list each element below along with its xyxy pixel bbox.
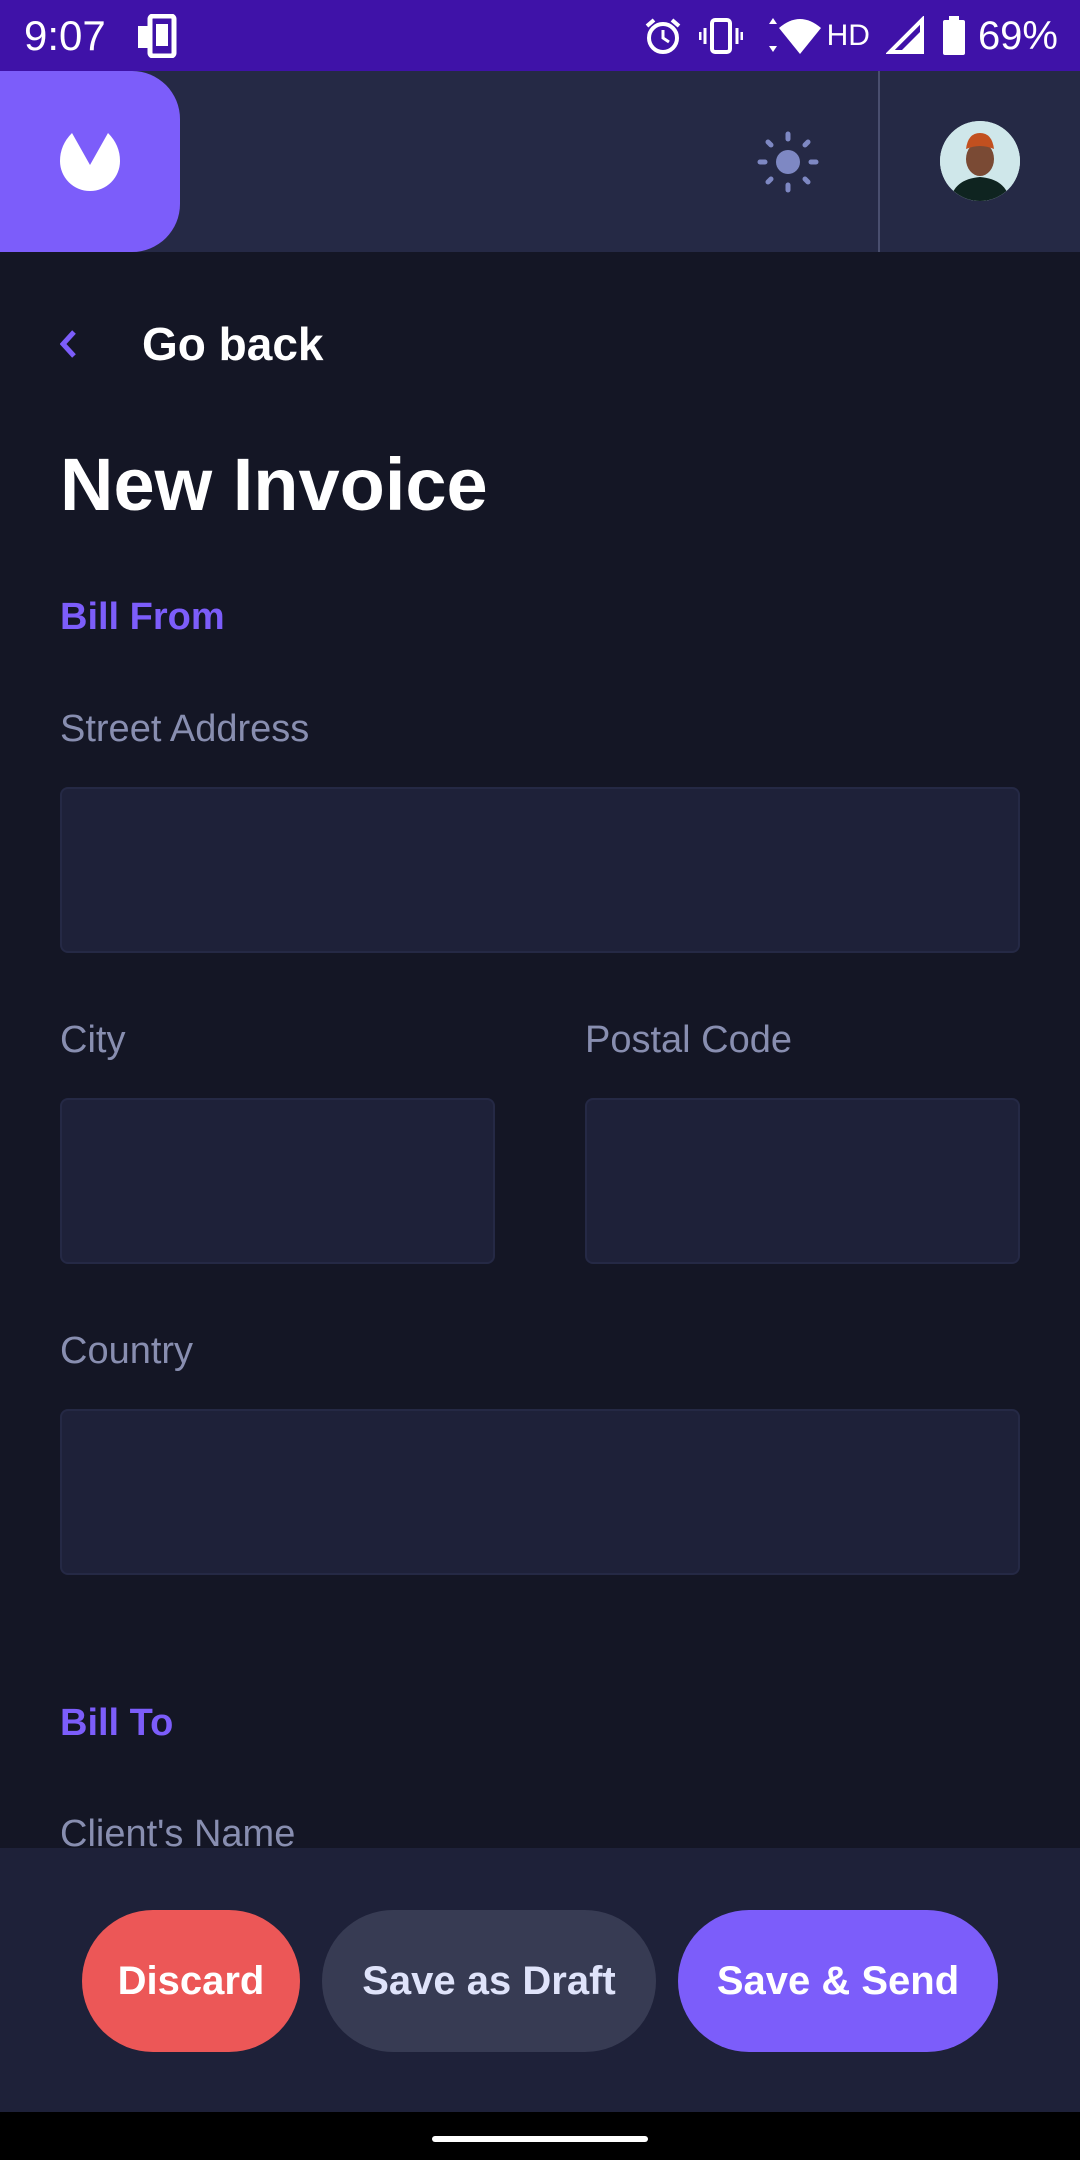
header-divider: [878, 71, 880, 252]
country-input[interactable]: [60, 1409, 1020, 1575]
status-time: 9:07: [24, 12, 106, 59]
avatar-icon: [940, 121, 1020, 201]
user-avatar[interactable]: [940, 121, 1020, 201]
vibrate-icon: [698, 16, 743, 56]
theme-toggle-button[interactable]: [757, 131, 819, 198]
city-input[interactable]: [60, 1098, 495, 1264]
device-icon: [136, 13, 184, 63]
save-as-draft-button[interactable]: Save as Draft: [322, 1910, 656, 2052]
discard-button[interactable]: Discard: [82, 1910, 300, 2052]
signal-icon: [885, 16, 926, 56]
go-back-label: Go back: [142, 318, 324, 370]
postal-code-input[interactable]: [585, 1098, 1020, 1264]
sun-icon: [757, 131, 819, 193]
city-label: City: [60, 1019, 126, 1061]
bill-to-heading: Bill To: [60, 1702, 174, 1744]
status-bar: 9:07 HD 69%: [0, 0, 1080, 71]
alarm-icon: [643, 16, 683, 56]
street-address-label: Street Address: [60, 708, 310, 750]
home-indicator[interactable]: [432, 2136, 648, 2142]
chevron-left-icon: [60, 330, 84, 358]
go-back-link[interactable]: Go back: [60, 312, 324, 376]
wifi-icon: [759, 16, 823, 56]
bill-from-heading: Bill From: [60, 596, 225, 638]
app-logo-icon: [60, 133, 120, 191]
network-label: HD: [826, 19, 870, 52]
battery-percent: 69%: [977, 13, 1058, 58]
country-label: Country: [60, 1330, 194, 1372]
status-icons: HD 69%: [627, 10, 1058, 62]
street-address-input[interactable]: [60, 787, 1020, 953]
page-title: New Invoice: [60, 443, 488, 526]
battery-icon: [942, 16, 966, 56]
postal-code-label: Postal Code: [585, 1019, 793, 1061]
save-and-send-button[interactable]: Save & Send: [678, 1910, 998, 2052]
logo-tile[interactable]: [0, 71, 180, 252]
app-header: [0, 71, 1080, 252]
